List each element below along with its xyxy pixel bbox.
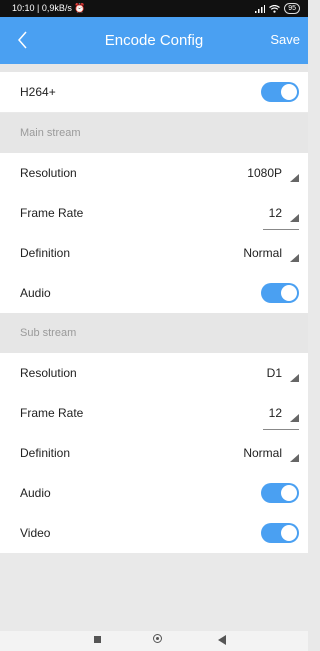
main-definition-value[interactable]: Normal [243, 246, 282, 260]
main-stream-header: Main stream [0, 113, 308, 153]
toggle-knob [281, 525, 297, 541]
sub-resolution-value[interactable]: D1 [267, 366, 282, 380]
sub-video-toggle[interactable] [261, 523, 299, 543]
sub-video-label: Video [20, 526, 51, 540]
status-bar: 10:10 | 0,9kB/s ⏰ 95 [0, 0, 308, 17]
signal-bars-icon [255, 4, 266, 13]
sub-frame-rate-row[interactable]: Frame Rate 12 [0, 393, 308, 433]
page-title: Encode Config [104, 32, 204, 49]
battery-indicator: 95 [284, 3, 300, 14]
main-stream-title: Main stream [20, 127, 81, 139]
h264-plus-toggle[interactable] [261, 82, 299, 102]
wifi-icon [269, 4, 281, 13]
back-chevron-icon[interactable] [14, 29, 34, 51]
select-underline [263, 229, 299, 230]
main-frame-rate-row[interactable]: Frame Rate 12 [0, 193, 308, 233]
dropdown-triangle-icon[interactable] [290, 174, 299, 182]
main-audio-toggle[interactable] [261, 283, 299, 303]
dropdown-triangle-icon[interactable] [290, 414, 299, 422]
save-button[interactable]: Save [270, 32, 300, 47]
system-nav-bar [0, 631, 308, 651]
sub-audio-label: Audio [20, 486, 51, 500]
circle-home-icon[interactable] [153, 634, 162, 643]
main-definition-label: Definition [20, 246, 71, 260]
dropdown-triangle-icon[interactable] [290, 214, 299, 222]
sub-frame-rate-label: Frame Rate [20, 406, 84, 420]
main-frame-rate-value[interactable]: 12 [269, 206, 282, 220]
triangle-back-icon[interactable] [218, 635, 226, 645]
sub-audio-row: Audio [0, 473, 308, 513]
main-definition-row[interactable]: Definition Normal [0, 233, 308, 273]
sub-video-row: Video [0, 513, 308, 553]
main-resolution-value[interactable]: 1080P [247, 166, 282, 180]
main-audio-row: Audio [0, 273, 308, 313]
section-divider [0, 64, 308, 72]
sub-frame-rate-value[interactable]: 12 [269, 406, 282, 420]
toggle-knob [281, 285, 297, 301]
app-bar: Encode Config Save [0, 17, 308, 64]
h264-plus-label: H264+ [20, 85, 56, 99]
select-underline [263, 429, 299, 430]
sub-audio-toggle[interactable] [261, 483, 299, 503]
main-frame-rate-label: Frame Rate [20, 206, 84, 220]
dropdown-triangle-icon[interactable] [290, 254, 299, 262]
toggle-knob [281, 84, 297, 100]
status-time: 10:10 | 0,9kB/s ⏰ [12, 3, 86, 13]
sub-definition-row[interactable]: Definition Normal [0, 433, 308, 473]
sub-stream-header: Sub stream [0, 313, 308, 353]
alarm-clock-icon: ⏰ [74, 3, 86, 13]
sub-resolution-label: Resolution [20, 366, 77, 380]
dropdown-triangle-icon[interactable] [290, 374, 299, 382]
square-recents-icon[interactable] [94, 636, 101, 643]
dropdown-triangle-icon[interactable] [290, 454, 299, 462]
sub-resolution-row[interactable]: Resolution D1 [0, 353, 308, 393]
sub-stream-title: Sub stream [20, 327, 77, 339]
main-resolution-label: Resolution [20, 166, 77, 180]
toggle-knob [281, 485, 297, 501]
sub-definition-label: Definition [20, 446, 71, 460]
status-icons: 95 [255, 3, 300, 14]
sub-definition-value[interactable]: Normal [243, 446, 282, 460]
h264-plus-row: H264+ [0, 72, 308, 112]
main-resolution-row[interactable]: Resolution 1080P [0, 153, 308, 193]
main-audio-label: Audio [20, 286, 51, 300]
